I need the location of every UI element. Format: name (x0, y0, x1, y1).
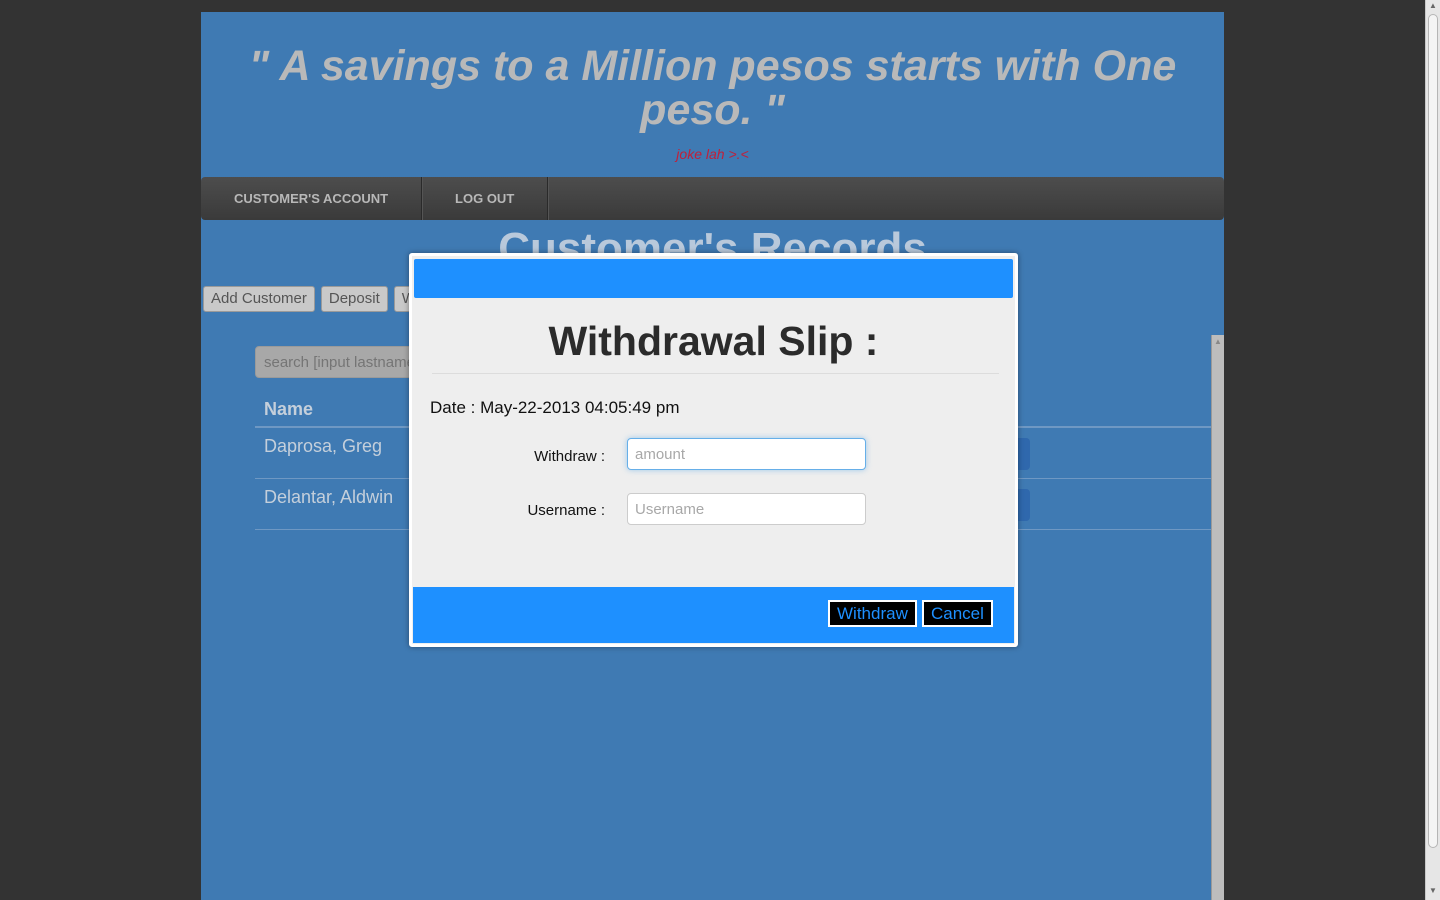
dialog-title: Withdrawal Slip : (548, 318, 879, 364)
header-joke: joke lah >.< (676, 146, 749, 162)
cancel-button[interactable]: Cancel (922, 600, 993, 627)
dialog-divider (432, 373, 999, 374)
header-quote: " A savings to a Million pesos starts wi… (248, 42, 1177, 134)
username-label: Username : (527, 502, 605, 519)
username-input[interactable] (627, 493, 866, 525)
nav-bar: CUSTOMER'S ACCOUNT LOG OUT (201, 177, 1224, 220)
scroll-up-icon[interactable]: ▲ (1429, 1, 1437, 10)
withdraw-label: Withdraw : (534, 448, 605, 465)
withdrawal-dialog: Withdrawal Slip : Date : May-22-2013 04:… (409, 253, 1018, 647)
scroll-up-icon[interactable]: ▲ (1214, 337, 1222, 346)
withdraw-button[interactable]: Withdraw (828, 600, 917, 627)
nav-log-out[interactable]: LOG OUT (422, 177, 549, 220)
deposit-button[interactable]: Deposit (320, 286, 388, 312)
add-customer-button[interactable]: Add Customer (203, 286, 315, 312)
scrollbar-thumb[interactable] (1428, 14, 1438, 848)
dialog-footer: Withdraw Cancel (413, 587, 1014, 643)
scroll-down-icon[interactable]: ▼ (1429, 886, 1437, 895)
dialog-header-bar (414, 259, 1013, 298)
customer-name: Delantar, Aldwin (264, 487, 394, 507)
window-scrollbar[interactable]: ▲ ▼ (1425, 0, 1440, 900)
browser-top-strip (0, 0, 1440, 12)
records-scrollbar[interactable]: ▲ (1211, 335, 1224, 900)
date-label: Date : May-22-2013 04:05:49 pm (430, 398, 680, 417)
records-action-buttons: Add Customer Deposit W (203, 286, 424, 312)
nav-customers-account[interactable]: CUSTOMER'S ACCOUNT (201, 177, 423, 220)
customer-name: Daprosa, Greg (264, 436, 383, 456)
amount-input[interactable] (627, 438, 866, 470)
